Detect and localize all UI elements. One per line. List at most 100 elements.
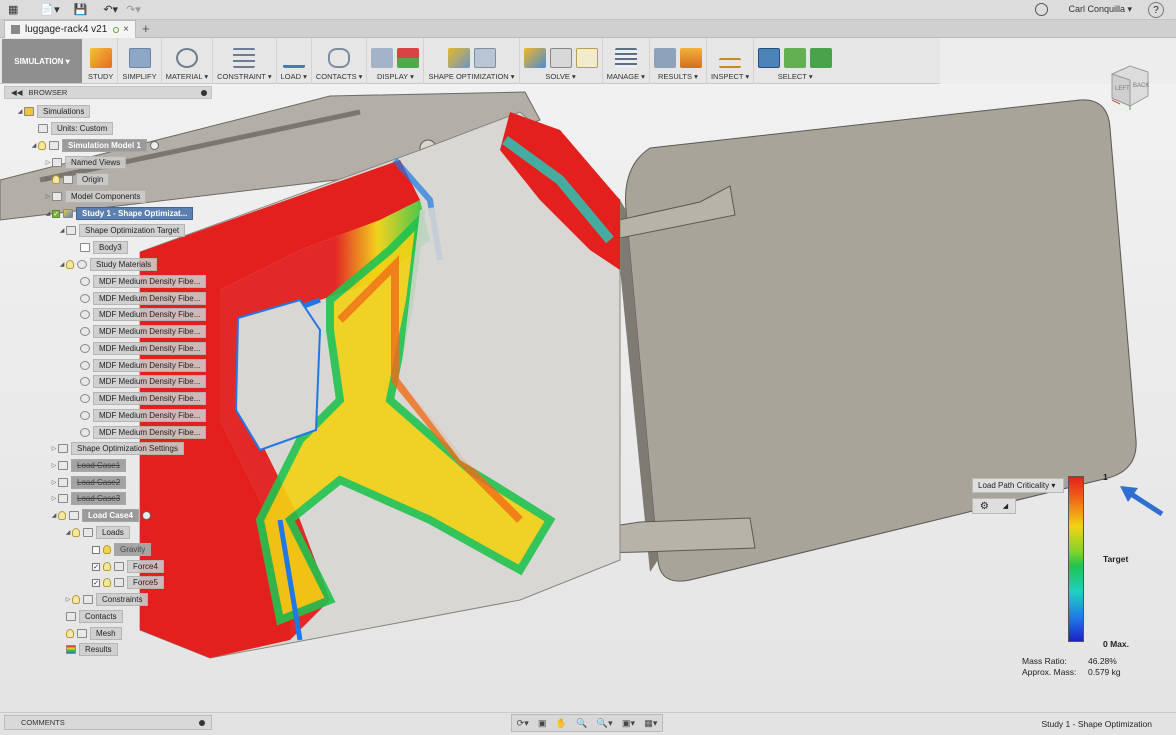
comments-panel[interactable]: COMMENTS: [4, 715, 212, 730]
display-settings-icon[interactable]: ▣▾: [622, 718, 635, 729]
document-tab[interactable]: luggage-rack4 v21 ×: [4, 20, 136, 38]
gravity-checkbox[interactable]: [92, 545, 100, 554]
tree-material-item[interactable]: MDF Medium Density Fibe...: [72, 292, 207, 305]
tree-gravity[interactable]: Gravity: [84, 543, 152, 556]
visibility-bulb-icon[interactable]: [52, 175, 60, 184]
browser-header[interactable]: ◀◀ BROWSER: [4, 86, 212, 99]
solve-menu[interactable]: SOLVE ▾: [520, 38, 603, 84]
expand-triangle-icon[interactable]: ▷: [50, 462, 58, 469]
user-menu[interactable]: Carl Conquilla ▾: [1068, 4, 1132, 15]
collapse-triangle-icon[interactable]: ◢: [64, 529, 72, 536]
redo-icon[interactable]: ↷▾: [126, 0, 141, 20]
simplify-button[interactable]: SIMPLIFY: [118, 38, 162, 84]
tree-load-case-3[interactable]: ▷ Load Case3: [50, 492, 127, 505]
tree-material-item[interactable]: MDF Medium Density Fibe...: [72, 375, 207, 388]
expand-triangle-icon[interactable]: ▷: [44, 193, 52, 200]
study-button[interactable]: STUDY: [84, 38, 119, 84]
shape-optimization-menu[interactable]: SHAPE OPTIMIZATION ▾: [424, 38, 520, 84]
collapse-triangle-icon[interactable]: ◢: [44, 210, 52, 217]
tree-material-item[interactable]: MDF Medium Density Fibe...: [72, 342, 207, 355]
tree-material-item[interactable]: MDF Medium Density Fibe...: [72, 409, 207, 422]
tree-simulations[interactable]: ◢ Simulations: [16, 105, 91, 118]
force5-checkbox[interactable]: ✓: [92, 578, 100, 587]
help-icon[interactable]: ?: [1148, 2, 1164, 18]
tree-study-materials[interactable]: ◢ Study Materials: [58, 258, 158, 271]
new-tab-button[interactable]: +: [142, 21, 150, 36]
file-icon[interactable]: 📄▾: [40, 0, 59, 20]
visibility-bulb-icon[interactable]: [72, 595, 80, 604]
tree-contacts[interactable]: Contacts: [58, 610, 123, 623]
visibility-bulb-icon[interactable]: [103, 545, 111, 554]
contacts-menu[interactable]: CONTACTS ▾: [312, 38, 368, 84]
visibility-bulb-icon[interactable]: [103, 562, 111, 571]
legend-settings[interactable]: ⚙ ◢: [972, 498, 1016, 514]
workspace-switcher[interactable]: SIMULATION ▾: [2, 39, 82, 83]
expand-triangle-icon[interactable]: ▷: [50, 495, 58, 502]
tree-units[interactable]: Units: Custom: [30, 122, 114, 135]
tree-mesh[interactable]: Mesh: [58, 627, 122, 640]
app-grid-icon[interactable]: ▦: [8, 0, 18, 20]
pin-icon[interactable]: [201, 89, 207, 96]
tree-model-components[interactable]: ▷ Model Components: [44, 190, 147, 203]
tree-constraints[interactable]: ▷ Constraints: [64, 593, 149, 606]
pin-icon[interactable]: [199, 719, 205, 726]
expand-triangle-icon[interactable]: ▷: [50, 479, 58, 486]
grid-icon[interactable]: ▦▾: [644, 718, 657, 729]
material-menu[interactable]: MATERIAL ▾: [162, 38, 214, 84]
tree-named-views[interactable]: ▷ Named Views: [44, 156, 127, 169]
tree-load-case-1[interactable]: ▷ Load Case1: [50, 459, 127, 472]
manage-menu[interactable]: MANAGE ▾: [603, 38, 650, 84]
tree-simulation-model[interactable]: ◢ Simulation Model 1: [30, 139, 159, 152]
expand-triangle-icon[interactable]: ▷: [64, 596, 72, 603]
results-menu[interactable]: RESULTS ▾: [650, 38, 707, 84]
tree-material-item[interactable]: MDF Medium Density Fibe...: [72, 359, 207, 372]
tree-origin[interactable]: ▷ Origin: [44, 173, 110, 186]
orbit-icon[interactable]: ⟳▾: [517, 718, 529, 729]
tree-material-item[interactable]: MDF Medium Density Fibe...: [72, 325, 207, 338]
save-icon[interactable]: 💾: [74, 0, 88, 20]
force4-checkbox[interactable]: ✓: [92, 562, 100, 571]
tree-force5[interactable]: ✓ Force5: [84, 576, 164, 589]
tree-material-item[interactable]: MDF Medium Density Fibe...: [72, 275, 207, 288]
load-menu[interactable]: LOAD ▾: [277, 38, 312, 84]
expand-triangle-icon[interactable]: ▷: [50, 445, 58, 452]
view-cube[interactable]: LEFT BACK: [1106, 60, 1152, 110]
visibility-bulb-icon[interactable]: [72, 528, 80, 537]
tree-load-case-2[interactable]: ▷ Load Case2: [50, 476, 127, 489]
visibility-bulb-icon[interactable]: [66, 629, 74, 638]
active-check-icon[interactable]: ✓: [52, 209, 60, 218]
tree-loads[interactable]: ◢ Loads: [64, 526, 130, 539]
tree-shape-settings[interactable]: ▷ Shape Optimization Settings: [50, 442, 184, 455]
pan-icon[interactable]: ✋: [556, 718, 567, 729]
tree-load-case-4[interactable]: ◢ Load Case4: [50, 509, 151, 522]
expand-triangle-icon[interactable]: ▷: [44, 159, 52, 166]
display-menu[interactable]: DISPLAY ▾: [367, 38, 425, 84]
tree-force4[interactable]: ✓ Force4: [84, 560, 164, 573]
look-at-icon[interactable]: ▣: [538, 718, 547, 729]
expand-triangle-icon[interactable]: ▷: [44, 176, 52, 183]
collapse-triangle-icon[interactable]: ◢: [58, 227, 66, 234]
tree-material-item[interactable]: MDF Medium Density Fibe...: [72, 308, 207, 321]
zoom-window-icon[interactable]: 🔍▾: [597, 718, 613, 729]
inspect-menu[interactable]: INSPECT ▾: [707, 38, 755, 84]
collapse-triangle-icon[interactable]: ◢: [58, 261, 66, 268]
constraint-menu[interactable]: CONSTRAINT ▾: [213, 38, 277, 84]
tree-body3[interactable]: Body3: [72, 241, 128, 254]
clock-icon[interactable]: [1035, 3, 1048, 16]
collapse-triangle-icon[interactable]: ◢: [30, 142, 38, 149]
visibility-bulb-icon[interactable]: [58, 511, 66, 520]
legend-resize-icon[interactable]: ◢: [1003, 502, 1008, 510]
undo-icon[interactable]: ↶▾: [103, 0, 118, 20]
collapse-icon[interactable]: ◀◀: [11, 88, 23, 97]
close-icon[interactable]: ×: [123, 24, 129, 35]
visibility-bulb-icon[interactable]: [66, 260, 74, 269]
activate-radio-icon[interactable]: [149, 141, 159, 150]
activate-radio-icon[interactable]: [141, 511, 151, 520]
tree-material-item[interactable]: MDF Medium Density Fibe...: [72, 392, 207, 405]
visibility-bulb-icon[interactable]: [103, 578, 111, 587]
tree-material-item[interactable]: MDF Medium Density Fibe...: [72, 426, 207, 439]
select-menu[interactable]: SELECT ▾: [754, 38, 836, 84]
tree-shape-target[interactable]: ◢ Shape Optimization Target: [58, 224, 186, 237]
collapse-triangle-icon[interactable]: ◢: [50, 512, 58, 519]
tree-study-1[interactable]: ◢ ✓ Study 1 - Shape Optimizat...: [44, 207, 194, 220]
